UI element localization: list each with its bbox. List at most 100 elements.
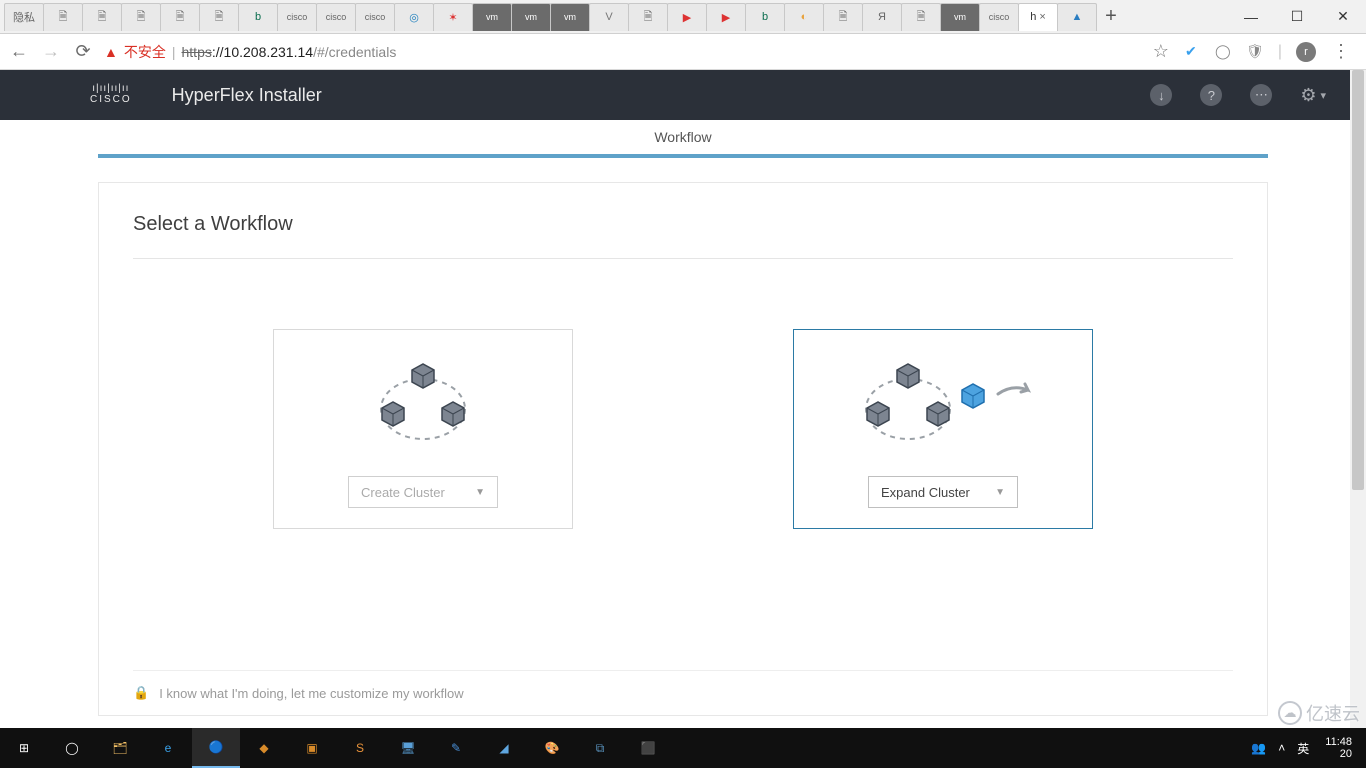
workflow-step-indicator: Workflow (98, 120, 1268, 158)
back-icon[interactable]: ← (8, 41, 30, 62)
workflow-step-label: Workflow (654, 129, 711, 145)
tab-item[interactable]: 🗎 (823, 3, 863, 31)
tab-item[interactable]: cisco (979, 3, 1019, 31)
watermark-icon: ☁ (1278, 701, 1302, 725)
tab-active[interactable]: h × (1018, 3, 1058, 31)
ie-icon[interactable]: e (144, 728, 192, 768)
customize-workflow-link[interactable]: 🔒 I know what I'm doing, let me customiz… (133, 670, 1233, 701)
ime-indicator[interactable]: 英 (1297, 740, 1309, 757)
help-icon[interactable]: ? (1200, 84, 1222, 106)
create-cluster-graphic (294, 354, 552, 444)
address-bar-row: ← → ⟳ ▲ 不安全 | https://10.208.231.14/#/cr… (0, 34, 1366, 70)
main-card: Select a Workflow Create Cluster ▼ (98, 182, 1268, 716)
tab-item[interactable]: cisco (277, 3, 317, 31)
app-icon[interactable]: ✎ (432, 728, 480, 768)
tab-item[interactable]: ◐ (784, 3, 824, 31)
app-icon[interactable]: ◢ (480, 728, 528, 768)
url-scheme: https (182, 44, 212, 60)
tab-item[interactable]: ✶ (433, 3, 473, 31)
window-maximize[interactable]: ☐ (1274, 2, 1320, 32)
forward-icon[interactable]: → (40, 41, 62, 62)
tab-item[interactable]: ▶ (706, 3, 746, 31)
tab-item[interactable]: vm (940, 3, 980, 31)
extension-icon[interactable]: ◯ (1214, 43, 1232, 61)
tab-item[interactable]: ▲ (1057, 3, 1097, 31)
app-icon[interactable]: ⧉ (576, 728, 624, 768)
tab-item[interactable]: vm (511, 3, 551, 31)
cortana-icon[interactable]: ◯ (48, 728, 96, 768)
taskbar-right: 👥 ˄ 英 11:48 20 (1251, 736, 1366, 760)
extension-icon[interactable]: ✔ (1182, 43, 1200, 61)
tab-item[interactable]: vm (472, 3, 512, 31)
more-icon[interactable]: ⋯ (1250, 84, 1272, 106)
window-close[interactable]: ✕ (1320, 2, 1366, 32)
url-host: ://10.208.231.14 (212, 44, 313, 60)
tab-item[interactable]: vm (550, 3, 590, 31)
app-icon[interactable]: ⬛ (624, 728, 672, 768)
tab-item[interactable]: ▶ (667, 3, 707, 31)
divider: | (1278, 43, 1282, 61)
menu-icon[interactable]: ⋮ (1330, 41, 1352, 62)
start-button[interactable]: ⊞ (0, 728, 48, 768)
expand-cluster-dropdown[interactable]: Expand Cluster ▼ (868, 476, 1018, 508)
page-title: Select a Workflow (133, 213, 1233, 236)
tab-item[interactable]: cisco (316, 3, 356, 31)
not-secure-label: 不安全 (124, 42, 166, 62)
tab-item[interactable]: 🗎 (160, 3, 200, 31)
tab-item[interactable]: V (589, 3, 629, 31)
tray-caret-icon[interactable]: ˄ (1278, 741, 1285, 755)
settings-button[interactable]: ⚙ ▾ (1300, 85, 1326, 106)
reload-icon[interactable]: ⟳ (72, 41, 94, 62)
header-actions: ↓ ? ⋯ ⚙ ▾ (1150, 84, 1326, 106)
expand-cluster-card[interactable]: Expand Cluster ▼ (793, 329, 1093, 529)
app-icon[interactable]: ▣ (288, 728, 336, 768)
tab-incognito[interactable]: 隐私 (4, 3, 44, 31)
tab-item[interactable]: cisco (355, 3, 395, 31)
create-cluster-dropdown[interactable]: Create Cluster ▼ (348, 476, 498, 508)
new-tab-button[interactable]: + (1096, 2, 1126, 32)
cisco-logo: ı|ıı|ıı|ıı CISCO (90, 85, 132, 105)
app-icon[interactable]: 🖥 (384, 728, 432, 768)
tab-item[interactable]: 🗎 (121, 3, 161, 31)
browser-tab-strip: 隐私 🗎 🗎 🗎 🗎 🗎 b cisco cisco cisco ◎ ✶ vm … (0, 0, 1366, 34)
footer-label: I know what I'm doing, let me customize … (159, 686, 463, 701)
close-icon[interactable]: × (1039, 11, 1045, 23)
tab-item[interactable]: 🗎 (82, 3, 122, 31)
tab-item[interactable]: Я (862, 3, 902, 31)
lock-icon: 🔒 (133, 685, 149, 701)
window-minimize[interactable]: — (1228, 2, 1274, 32)
clock-date: 20 (1325, 748, 1352, 760)
dropdown-label: Expand Cluster (881, 485, 970, 500)
address-bar[interactable]: ▲ 不安全 | https://10.208.231.14/#/credenti… (104, 42, 1140, 62)
tray-people-icon[interactable]: 👥 (1251, 741, 1266, 755)
tab-item[interactable]: 🗎 (901, 3, 941, 31)
file-explorer-icon[interactable]: 🗂 (96, 728, 144, 768)
chrome-icon[interactable]: 🔵 (192, 728, 240, 768)
tab-item[interactable]: 🗎 (199, 3, 239, 31)
divider (133, 258, 1233, 259)
app-icon[interactable]: S (336, 728, 384, 768)
tab-item[interactable]: b (745, 3, 785, 31)
create-cluster-card[interactable]: Create Cluster ▼ (273, 329, 573, 529)
url-path: /#/credentials (313, 44, 396, 60)
cisco-brand-text: CISCO (90, 95, 132, 105)
chevron-down-icon: ▼ (475, 487, 485, 498)
tab-item[interactable]: 🗎 (628, 3, 668, 31)
tab-item[interactable]: b (238, 3, 278, 31)
tab-item[interactable]: 🗎 (43, 3, 83, 31)
download-icon[interactable]: ↓ (1150, 84, 1172, 106)
app-icon[interactable]: 🎨 (528, 728, 576, 768)
expand-cluster-graphic (814, 354, 1072, 444)
chevron-down-icon: ▾ (1320, 89, 1326, 102)
tab-item[interactable]: ◎ (394, 3, 434, 31)
bookmark-icon[interactable]: ☆ (1150, 41, 1172, 62)
profile-avatar[interactable]: r (1296, 42, 1316, 62)
extension-icon[interactable]: 🛡 (1246, 43, 1264, 61)
watermark-text: 亿速云 (1306, 700, 1360, 726)
app-icon[interactable]: ◆ (240, 728, 288, 768)
workflow-options: Create Cluster ▼ Expan (133, 329, 1233, 529)
vertical-scrollbar[interactable] (1350, 70, 1366, 728)
scrollbar-thumb[interactable] (1352, 70, 1364, 490)
taskbar-clock[interactable]: 11:48 20 (1321, 736, 1356, 760)
page-body: ı|ıı|ıı|ıı CISCO HyperFlex Installer ↓ ?… (0, 70, 1366, 728)
